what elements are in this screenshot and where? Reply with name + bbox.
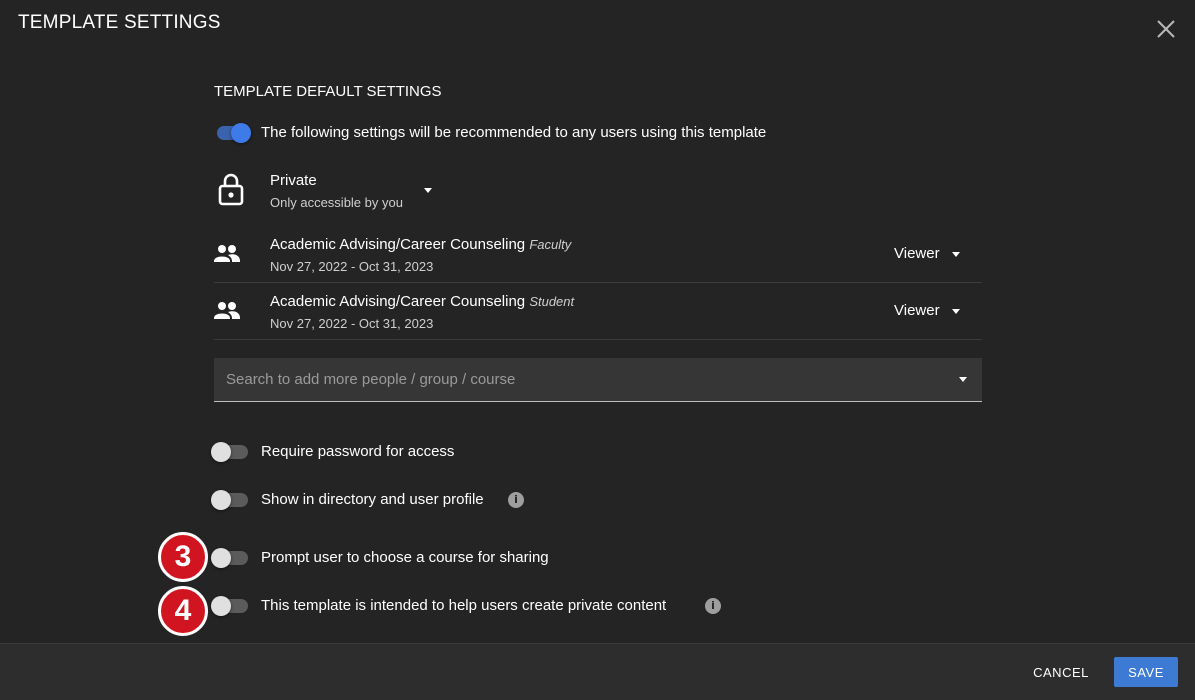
recommend-settings-label: The following settings will be recommend… <box>261 124 767 141</box>
step-badge: 3 <box>158 532 208 582</box>
privacy-selector[interactable]: Private Only accessible by you <box>214 168 444 212</box>
private-content-toggle[interactable] <box>211 596 249 616</box>
permission-dropdown[interactable]: Viewer <box>888 299 968 323</box>
permission-value: Viewer <box>894 245 940 262</box>
prompt-course-label: Prompt user to choose a course for shari… <box>261 549 549 566</box>
chevron-down-icon <box>952 309 960 314</box>
toggle-knob <box>211 442 231 462</box>
dialog-title: TEMPLATE SETTINGS <box>18 12 221 33</box>
search-field <box>214 358 982 402</box>
row-divider <box>214 339 982 340</box>
private-content-label: This template is intended to help users … <box>261 597 667 614</box>
chevron-down-icon <box>952 252 960 257</box>
require-password-toggle[interactable] <box>211 442 249 462</box>
require-password-label: Require password for access <box>261 443 455 460</box>
permission-value: Viewer <box>894 302 940 319</box>
privacy-value: Private <box>270 172 317 189</box>
people-icon <box>214 245 240 262</box>
lock-icon <box>218 173 244 206</box>
sharing-row-dates: Nov 27, 2022 - Oct 31, 2023 <box>270 316 434 331</box>
show-in-directory-toggle[interactable] <box>211 490 249 510</box>
sharing-row-role: Student <box>529 294 575 309</box>
sharing-row-name-text: Academic Advising/Career Counseling <box>270 293 526 310</box>
sharing-row-dates: Nov 27, 2022 - Oct 31, 2023 <box>270 259 434 274</box>
dialog-footer <box>0 643 1195 700</box>
step-badge: 4 <box>158 586 208 636</box>
sharing-row: Academic Advising/Career Counseling Stud… <box>214 283 982 339</box>
show-in-directory-label: Show in directory and user profile <box>261 491 484 508</box>
toggle-knob <box>231 123 251 143</box>
toggle-knob <box>211 548 231 568</box>
sharing-row: Academic Advising/Career Counseling Facu… <box>214 226 982 282</box>
toggle-knob <box>211 490 231 510</box>
sharing-row-name-text: Academic Advising/Career Counseling <box>270 236 526 253</box>
info-icon[interactable]: i <box>508 492 524 508</box>
sharing-row-name: Academic Advising/Career Counseling Stud… <box>270 293 574 310</box>
section-title: TEMPLATE DEFAULT SETTINGS <box>214 83 442 100</box>
info-icon[interactable]: i <box>705 598 721 614</box>
close-button[interactable] <box>1153 16 1179 42</box>
search-input[interactable] <box>214 358 944 401</box>
permission-dropdown[interactable]: Viewer <box>888 242 968 266</box>
recommend-settings-toggle[interactable] <box>214 123 252 143</box>
chevron-down-icon <box>424 188 432 193</box>
chevron-down-icon[interactable] <box>959 377 967 382</box>
toggle-knob <box>211 596 231 616</box>
prompt-course-toggle[interactable] <box>211 548 249 568</box>
privacy-description: Only accessible by you <box>270 195 403 210</box>
cancel-button[interactable]: CANCEL <box>1022 657 1100 687</box>
sharing-row-role: Faculty <box>529 237 572 252</box>
close-icon <box>1157 20 1175 38</box>
sharing-row-name: Academic Advising/Career Counseling Facu… <box>270 236 571 253</box>
people-icon <box>214 302 240 319</box>
save-button[interactable]: SAVE <box>1114 657 1178 687</box>
